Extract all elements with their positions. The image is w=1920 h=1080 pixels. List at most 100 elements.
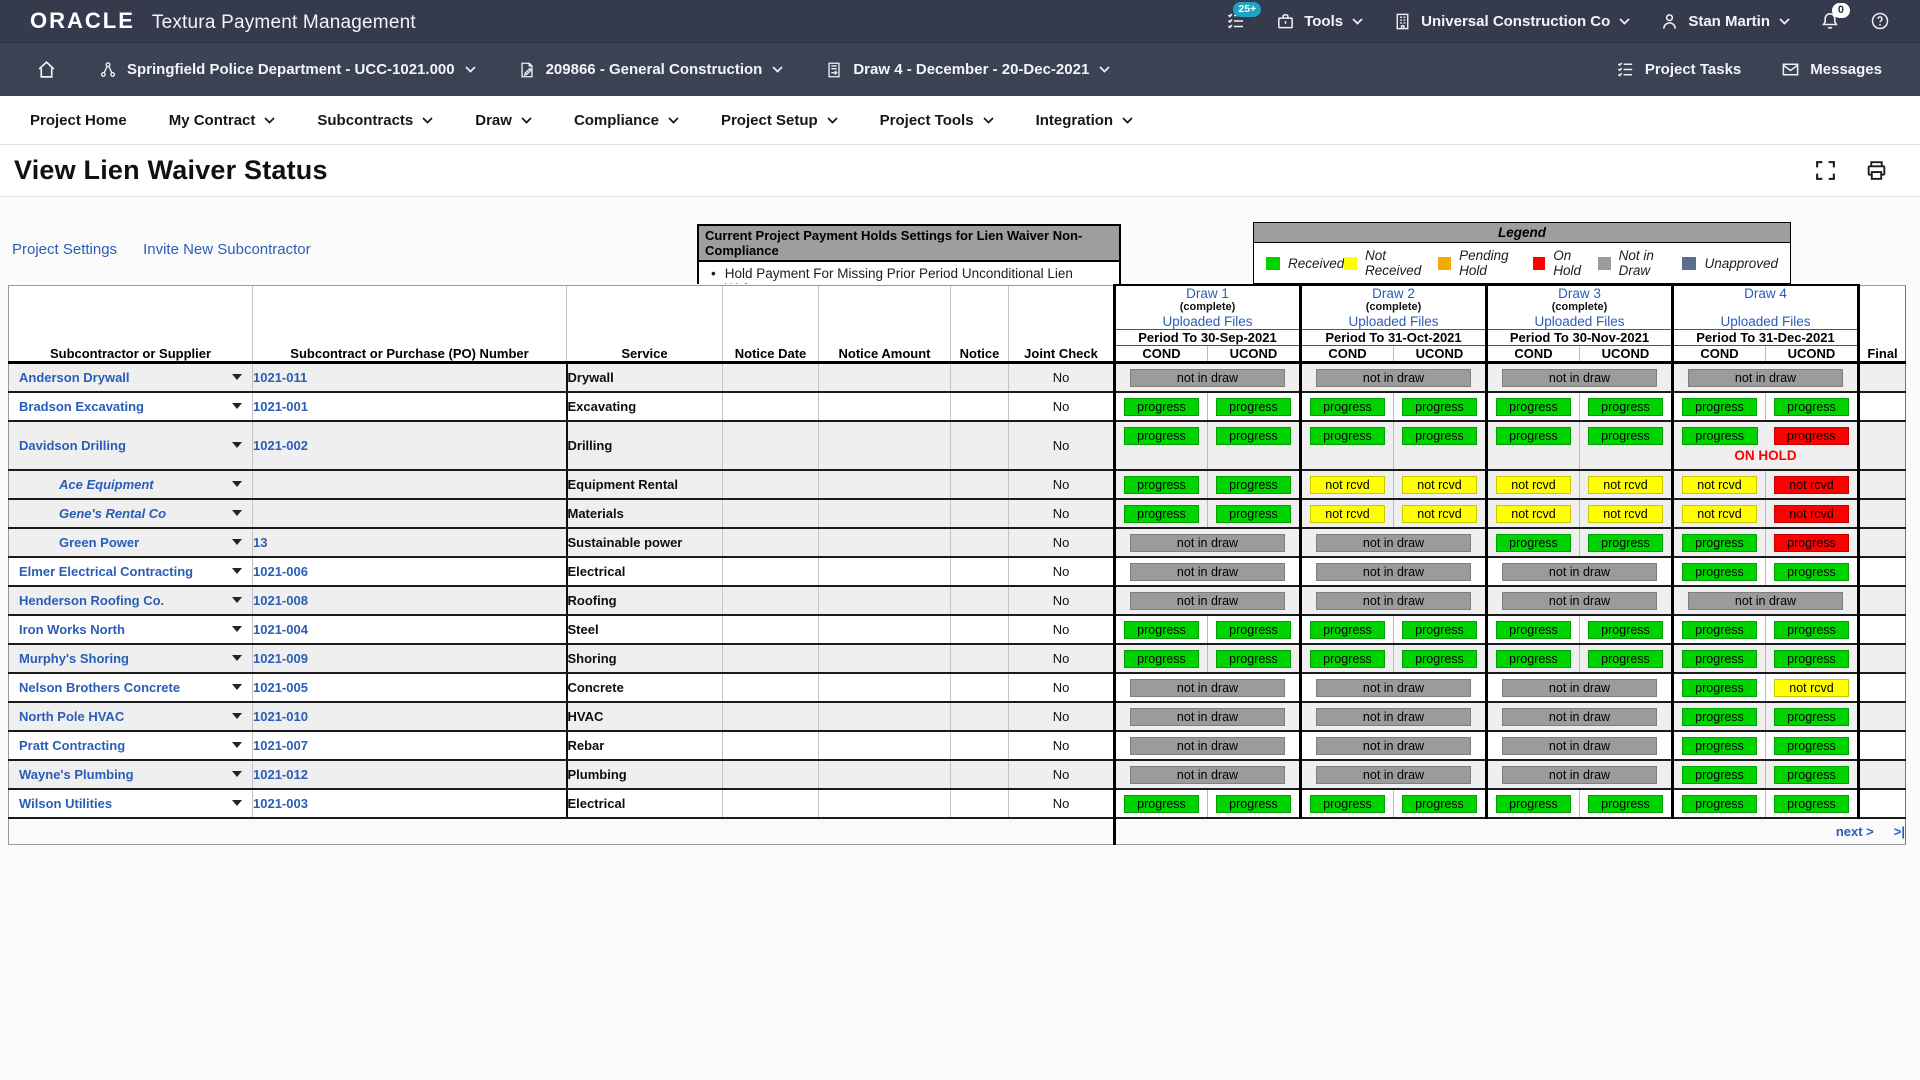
status-progress[interactable]: progress [1402,398,1477,416]
invite-new-subcontractor-link[interactable]: Invite New Subcontractor [143,241,311,258]
status-progress[interactable]: progress [1124,650,1199,668]
status-not-rcvd[interactable]: not rcvd [1496,505,1571,523]
status-progress[interactable]: progress [1310,398,1385,416]
status-progress[interactable]: progress [1588,650,1663,668]
status-progress[interactable]: progress [1774,427,1850,445]
status-progress[interactable]: progress [1402,795,1477,813]
subcontractor-link[interactable]: Murphy's Shoring [19,651,129,666]
status-progress[interactable]: progress [1774,534,1849,552]
subcontractor-link[interactable]: Henderson Roofing Co. [19,593,164,608]
status-progress[interactable]: progress [1124,621,1199,639]
draw-2-uploaded-files-link[interactable]: Uploaded Files [1302,314,1485,329]
status-progress[interactable]: progress [1310,621,1385,639]
status-progress[interactable]: progress [1124,476,1199,494]
project-selector[interactable]: Springfield Police Department - UCC-1021… [99,61,476,79]
status-not-rcvd[interactable]: not rcvd [1588,505,1663,523]
status-progress[interactable]: progress [1496,534,1571,552]
next-page-link[interactable]: next > [1836,824,1874,839]
po-number-link[interactable]: 1021-004 [253,622,308,637]
status-progress[interactable]: progress [1588,621,1663,639]
status-progress[interactable]: progress [1774,621,1849,639]
subcontractor-link[interactable]: Bradson Excavating [19,399,144,414]
fullscreen-icon[interactable] [1814,159,1837,182]
user-menu[interactable]: Stan Martin [1660,12,1790,31]
status-progress[interactable]: progress [1682,679,1757,697]
status-progress[interactable]: progress [1774,398,1849,416]
po-number-link[interactable]: 1021-001 [253,399,308,414]
subcontractor-link[interactable]: Ace Equipment [59,477,154,492]
po-number-link[interactable]: 1021-003 [253,796,308,811]
row-dropdown-icon[interactable] [232,539,242,545]
row-dropdown-icon[interactable] [232,655,242,661]
draw-1-link[interactable]: Draw 1 [1116,286,1299,301]
status-progress[interactable]: progress [1216,795,1291,813]
po-number-link[interactable]: 1021-009 [253,651,308,666]
status-progress[interactable]: progress [1496,427,1571,445]
status-not-rcvd[interactable]: not rcvd [1774,476,1849,494]
last-page-link[interactable]: >| [1894,824,1905,839]
draw-1-uploaded-files-link[interactable]: Uploaded Files [1116,314,1299,329]
home-icon[interactable] [36,59,57,80]
status-progress[interactable]: progress [1310,795,1385,813]
status-not-rcvd[interactable]: not rcvd [1402,505,1477,523]
subcontractor-link[interactable]: Wayne's Plumbing [19,767,134,782]
status-progress[interactable]: progress [1682,534,1757,552]
status-progress[interactable]: progress [1124,398,1199,416]
row-dropdown-icon[interactable] [232,597,242,603]
status-not-rcvd[interactable]: not rcvd [1402,476,1477,494]
status-progress[interactable]: progress [1216,650,1291,668]
po-number-link[interactable]: 13 [253,535,267,550]
row-dropdown-icon[interactable] [232,510,242,516]
status-progress[interactable]: progress [1588,398,1663,416]
status-progress[interactable]: progress [1216,505,1291,523]
status-progress[interactable]: progress [1588,795,1663,813]
status-progress[interactable]: progress [1216,476,1291,494]
contract-selector[interactable]: 209866 - General Construction [518,61,784,79]
subcontractor-link[interactable]: Elmer Electrical Contracting [19,564,193,579]
status-progress[interactable]: progress [1124,427,1199,445]
nav-item-draw[interactable]: Draw [454,112,553,129]
po-number-link[interactable]: 1021-012 [253,767,308,782]
status-not-rcvd[interactable]: not rcvd [1682,476,1757,494]
subcontractor-link[interactable]: Gene's Rental Co [59,506,166,521]
draw-2-link[interactable]: Draw 2 [1302,286,1485,301]
status-progress[interactable]: progress [1124,795,1199,813]
draw-selector[interactable]: Draw 4 - December - 20-Dec-2021 [825,61,1110,79]
draw-3-link[interactable]: Draw 3 [1488,286,1671,301]
status-progress[interactable]: progress [1774,708,1849,726]
status-not-rcvd[interactable]: not rcvd [1682,505,1757,523]
status-progress[interactable]: progress [1588,427,1663,445]
subcontractor-link[interactable]: Iron Works North [19,622,125,637]
nav-item-integration[interactable]: Integration [1015,112,1155,129]
status-progress[interactable]: progress [1402,650,1477,668]
nav-item-compliance[interactable]: Compliance [553,112,700,129]
subcontractor-link[interactable]: Pratt Contracting [19,738,125,753]
subcontractor-link[interactable]: Anderson Drywall [19,370,130,385]
row-dropdown-icon[interactable] [232,742,242,748]
status-not-rcvd[interactable]: not rcvd [1588,476,1663,494]
project-tasks-link[interactable]: Project Tasks [1616,60,1741,79]
nav-item-project-home[interactable]: Project Home [30,112,148,129]
row-dropdown-icon[interactable] [232,800,242,806]
print-icon[interactable] [1865,159,1888,182]
draw-4-uploaded-files-link[interactable]: Uploaded Files [1674,314,1857,329]
status-progress[interactable]: progress [1496,650,1571,668]
status-progress[interactable]: progress [1774,795,1849,813]
status-progress[interactable]: progress [1310,427,1385,445]
status-progress[interactable]: progress [1682,563,1757,581]
status-progress[interactable]: progress [1216,621,1291,639]
status-not-rcvd[interactable]: not rcvd [1774,679,1849,697]
tools-menu[interactable]: Tools [1276,12,1363,31]
po-number-link[interactable]: 1021-010 [253,709,308,724]
status-progress[interactable]: progress [1496,621,1571,639]
po-number-link[interactable]: 1021-007 [253,738,308,753]
nav-item-project-tools[interactable]: Project Tools [859,112,1015,129]
tasks-notification-button[interactable]: 25+ [1226,11,1246,31]
po-number-link[interactable]: 1021-005 [253,680,308,695]
draw-3-uploaded-files-link[interactable]: Uploaded Files [1488,314,1671,329]
status-progress[interactable]: progress [1124,505,1199,523]
row-dropdown-icon[interactable] [232,442,242,448]
status-progress[interactable]: progress [1774,766,1849,784]
status-progress[interactable]: progress [1216,398,1291,416]
row-dropdown-icon[interactable] [232,568,242,574]
